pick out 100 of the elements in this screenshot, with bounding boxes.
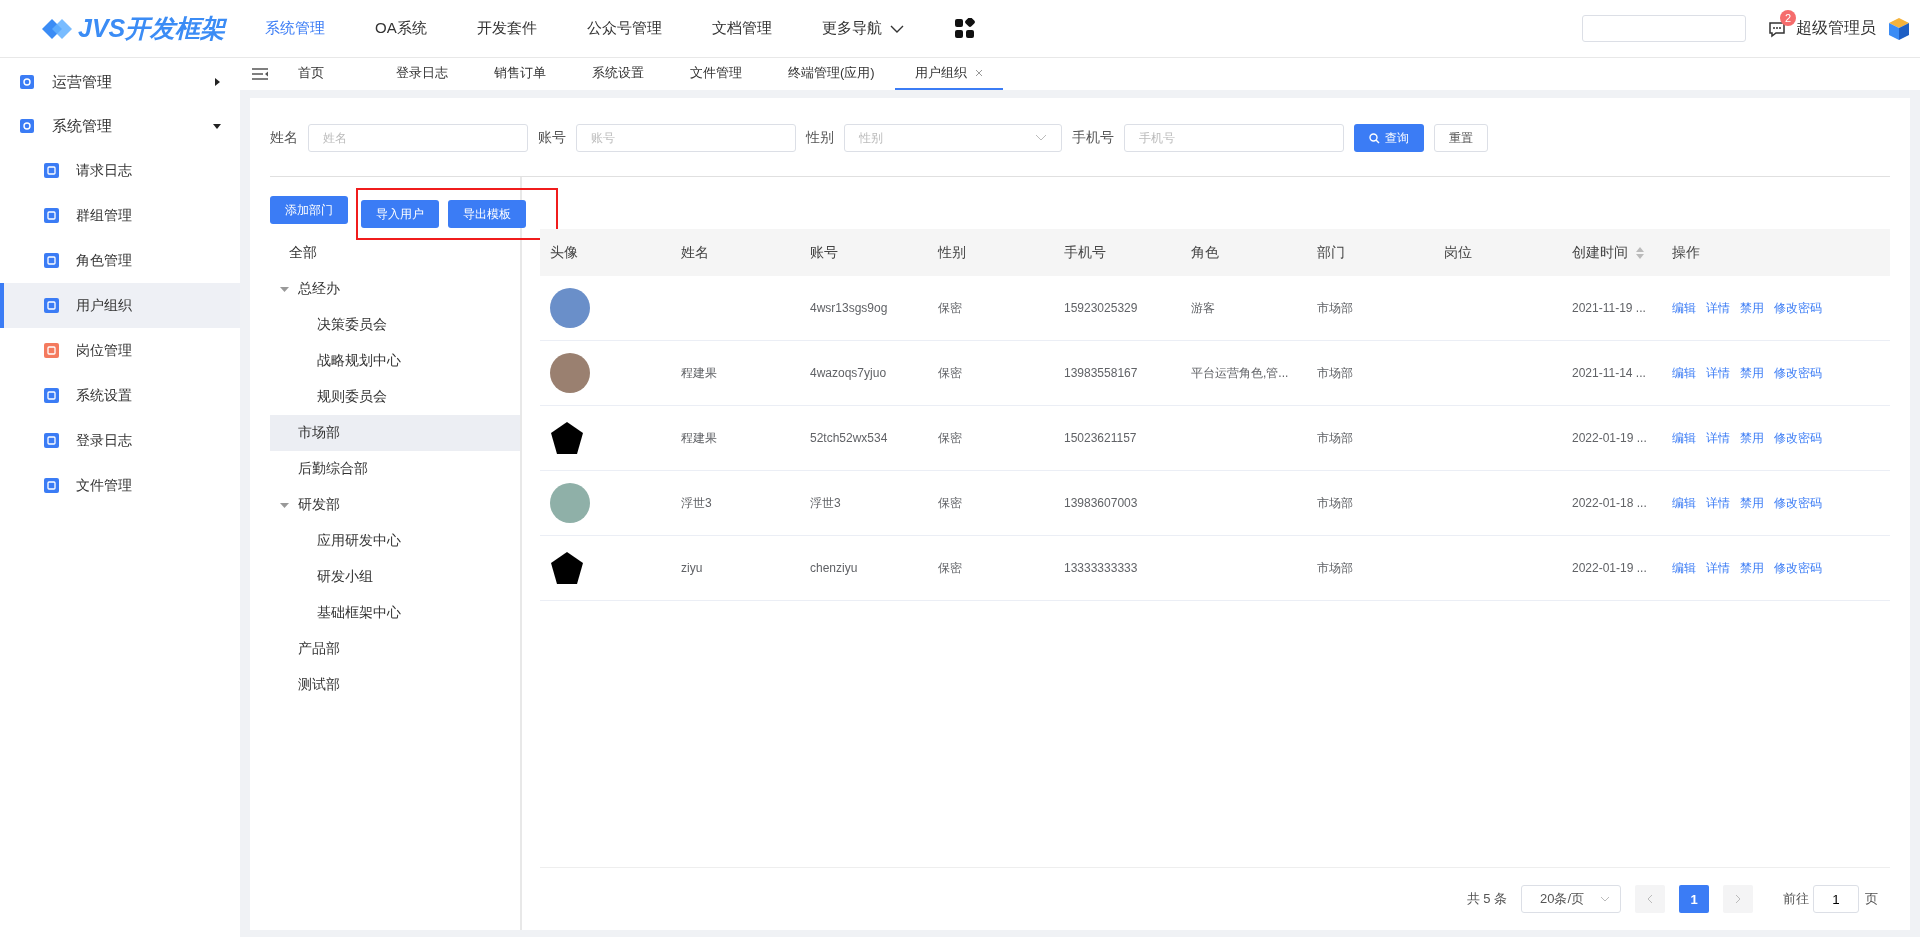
- sidebar-item[interactable]: 文件管理: [0, 463, 240, 508]
- tree-node[interactable]: 后勤综合部: [270, 451, 520, 487]
- table-cell-text: ziyu: [680, 561, 704, 575]
- row-action-link[interactable]: 修改密码: [1774, 299, 1822, 317]
- tree-node[interactable]: 战略规划中心: [270, 343, 520, 379]
- tree-node[interactable]: 总经办: [270, 271, 520, 307]
- page-button[interactable]: 1: [1679, 885, 1709, 913]
- sidebar-item[interactable]: 用户组织: [0, 283, 240, 328]
- reset-button[interactable]: 重置: [1434, 124, 1488, 152]
- logo-text: JVS开发框架: [78, 13, 226, 44]
- page-size-select[interactable]: 20条/页: [1521, 885, 1621, 913]
- tab[interactable]: 销售订单: [494, 58, 592, 90]
- total-count: 共 5 条: [1466, 890, 1507, 908]
- row-action-link[interactable]: 编辑: [1672, 494, 1696, 512]
- nav-link[interactable]: 文档管理: [711, 19, 772, 38]
- filter-input[interactable]: 姓名: [308, 124, 528, 152]
- tree-node[interactable]: 产品部: [270, 631, 520, 667]
- sidebar-item[interactable]: 群组管理: [0, 193, 240, 238]
- tree-node[interactable]: 市场部: [270, 415, 520, 451]
- tree-node[interactable]: 规则委员会: [270, 379, 520, 415]
- table-cell-text: 2022-01-19 ...: [1571, 561, 1648, 575]
- filter-input[interactable]: 账号: [576, 124, 796, 152]
- sidebar-item[interactable]: 岗位管理: [0, 328, 240, 373]
- sidebar-group[interactable]: 系统管理: [0, 104, 240, 148]
- row-action-link[interactable]: 禁用: [1740, 299, 1764, 317]
- page-input[interactable]: 1: [1813, 885, 1859, 913]
- filter-input[interactable]: 手机号: [1124, 124, 1344, 152]
- table-cell-text: 13333333333: [1063, 561, 1139, 575]
- column-header: 账号: [809, 243, 839, 262]
- nav-link[interactable]: OA系统: [375, 19, 427, 38]
- nav-link[interactable]: 更多导航: [821, 19, 904, 38]
- search-button[interactable]: 查询: [1354, 124, 1424, 152]
- row-action-link[interactable]: 修改密码: [1774, 364, 1822, 382]
- tree-node[interactable]: 测试部: [270, 667, 520, 703]
- close-icon[interactable]: [974, 69, 983, 77]
- row-action-link[interactable]: 编辑: [1672, 299, 1696, 317]
- tree-node[interactable]: 决策委员会: [270, 307, 520, 343]
- action-button[interactable]: 添加部门: [270, 196, 348, 224]
- search-icon: [1369, 132, 1380, 144]
- column-header: 创建时间: [1562, 243, 1662, 262]
- row-action-link[interactable]: 修改密码: [1774, 559, 1822, 577]
- row-action-link[interactable]: 详情: [1706, 429, 1730, 447]
- table-cell-text: 市场部: [1316, 429, 1354, 447]
- tab[interactable]: 首页: [298, 58, 396, 90]
- nav-link[interactable]: 公众号管理: [586, 19, 662, 38]
- sidebar-item[interactable]: 角色管理: [0, 238, 240, 283]
- nav-link[interactable]: 开发套件: [476, 19, 537, 38]
- message-icon[interactable]: [1768, 19, 1786, 38]
- tab[interactable]: 系统设置: [592, 58, 690, 90]
- table-cell-text: 2021-11-19 ...: [1571, 301, 1647, 315]
- user-name[interactable]: 超级管理员: [1796, 18, 1876, 39]
- chevron-icon: [1035, 134, 1047, 142]
- action-button[interactable]: 导出模板: [448, 200, 526, 228]
- column-header: 岗位: [1443, 243, 1473, 262]
- row-action-link[interactable]: 编辑: [1672, 364, 1696, 382]
- caret-icon[interactable]: [280, 284, 289, 294]
- row-action-link[interactable]: 禁用: [1740, 559, 1764, 577]
- tree-node[interactable]: 研发部: [270, 487, 520, 523]
- row-action-link[interactable]: 详情: [1706, 559, 1730, 577]
- sidebar-item[interactable]: 系统设置: [0, 373, 240, 418]
- row-action-link[interactable]: 编辑: [1672, 559, 1696, 577]
- table-cell-text: 市场部: [1316, 299, 1354, 317]
- row-action-link[interactable]: 修改密码: [1774, 429, 1822, 447]
- filter-label: 手机号: [1072, 129, 1114, 147]
- sidebar-group[interactable]: 运营管理: [0, 60, 240, 104]
- nav-link[interactable]: 系统管理: [265, 19, 325, 38]
- table-cell-text: 保密: [937, 299, 963, 317]
- tree-node[interactable]: 研发小组: [270, 559, 520, 595]
- menu-icon[interactable]: [252, 68, 268, 80]
- tree-node[interactable]: 应用研发中心: [270, 523, 520, 559]
- table-cell-text: 2021-11-14 ...: [1571, 366, 1647, 380]
- chevron-icon: [889, 23, 904, 34]
- row-action-link[interactable]: 详情: [1706, 299, 1730, 317]
- tab[interactable]: 文件管理: [690, 58, 788, 90]
- table-cell-text: 浮世3: [680, 494, 713, 512]
- row-action-link[interactable]: 详情: [1706, 364, 1730, 382]
- sidebar-item[interactable]: 登录日志: [0, 418, 240, 463]
- tab[interactable]: 登录日志: [396, 58, 494, 90]
- row-action-link[interactable]: 禁用: [1740, 429, 1764, 447]
- action-button[interactable]: 导入用户: [361, 200, 439, 228]
- row-action-link[interactable]: 编辑: [1672, 429, 1696, 447]
- page-suffix: 页: [1865, 890, 1878, 908]
- row-action-link[interactable]: 详情: [1706, 494, 1730, 512]
- column-header: 角色: [1190, 243, 1220, 262]
- filter-label: 姓名: [270, 129, 298, 147]
- table-cell-text: 13983558167: [1063, 366, 1139, 380]
- row-action-link[interactable]: 禁用: [1740, 494, 1764, 512]
- filter-label: 性别: [806, 129, 834, 147]
- tab[interactable]: 用户组织: [894, 58, 1003, 90]
- row-action-link[interactable]: 禁用: [1740, 364, 1764, 382]
- tree-node[interactable]: 基础框架中心: [270, 595, 520, 631]
- gear-icon: [20, 119, 34, 133]
- sort-icon[interactable]: [1636, 246, 1644, 259]
- tree-node[interactable]: 全部: [270, 235, 520, 271]
- apps-icon[interactable]: [953, 17, 976, 40]
- search-field[interactable]: [1582, 15, 1746, 42]
- row-action-link[interactable]: 修改密码: [1774, 494, 1822, 512]
- table-cell-text: 保密: [937, 494, 963, 512]
- sidebar-item[interactable]: 请求日志: [0, 148, 240, 193]
- caret-icon[interactable]: [280, 500, 289, 510]
